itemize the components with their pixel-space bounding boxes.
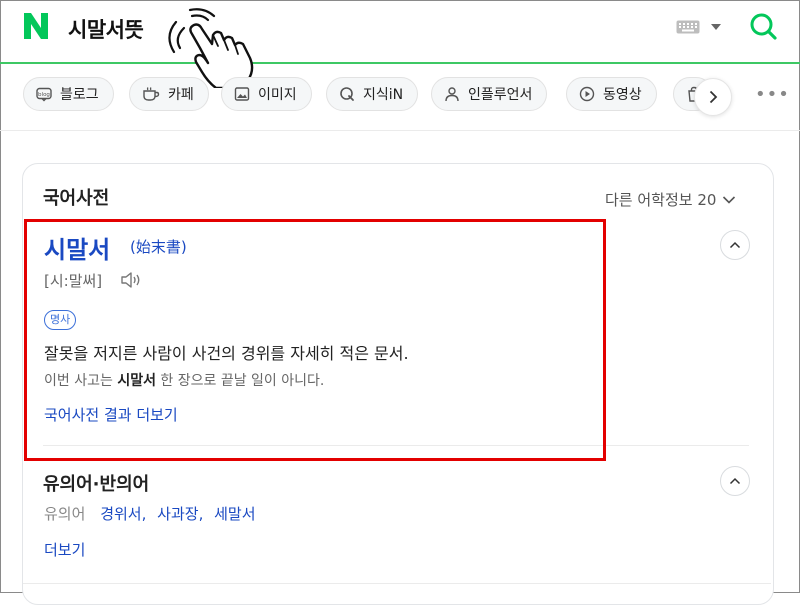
tab-label: 동영상 xyxy=(603,87,642,103)
image-icon xyxy=(234,87,250,101)
synonyms-more-link[interactable]: 더보기 xyxy=(44,539,85,560)
search-icon[interactable] xyxy=(748,11,778,41)
synonym-link[interactable]: 사과장 xyxy=(157,505,198,523)
more-dictionary-info-button[interactable]: 다른 어학정보 20 xyxy=(605,189,736,210)
section-title-synonyms: 유의어·반의어 xyxy=(43,474,150,495)
search-tabs: blog 블로그 카페 이미지 지식iN 인플루언서 동영상 ••• xyxy=(0,64,800,131)
tab-label: 카페 xyxy=(168,87,194,103)
chevron-down-icon xyxy=(723,195,736,204)
tab-cafe[interactable]: 카페 xyxy=(129,77,209,111)
chevron-down-icon[interactable] xyxy=(711,24,721,30)
synonym-label: 유의어 xyxy=(44,505,86,523)
chevron-up-icon xyxy=(729,241,741,249)
chevron-up-icon xyxy=(729,477,741,485)
synonym-link[interactable]: 경위서 xyxy=(100,505,141,523)
tab-label: 블로그 xyxy=(60,87,99,103)
section-divider xyxy=(23,583,771,584)
collapse-synonyms-button[interactable] xyxy=(720,466,750,496)
more-dictionary-info-label: 다른 어학정보 20 xyxy=(605,191,717,209)
search-header: 시말서뜻 xyxy=(0,0,800,88)
tab-label: 지식iN xyxy=(363,87,404,103)
play-icon xyxy=(579,86,595,102)
person-icon xyxy=(445,87,459,102)
naver-n-logo[interactable] xyxy=(22,11,50,41)
cafe-icon xyxy=(143,87,160,101)
tabs-next-button[interactable] xyxy=(694,78,732,116)
search-query[interactable]: 시말서뜻 xyxy=(68,14,144,44)
svg-text:blog: blog xyxy=(38,92,50,98)
tab-label: 이미지 xyxy=(258,87,297,103)
tab-blog[interactable]: blog 블로그 xyxy=(23,77,114,111)
section-title-dictionary: 국어사전 xyxy=(43,188,110,209)
tab-label: 인플루언서 xyxy=(468,87,533,103)
tab-kin[interactable]: 지식iN xyxy=(326,77,419,111)
synonym-link[interactable]: 세말서 xyxy=(214,505,255,523)
synonym-row: 유의어 경위서, 사과장, 세말서 xyxy=(44,503,256,524)
blog-icon: blog xyxy=(36,87,52,102)
tab-image[interactable]: 이미지 xyxy=(221,77,312,111)
more-options-icon[interactable]: ••• xyxy=(755,86,790,104)
chevron-right-icon xyxy=(709,90,718,104)
keyboard-icon[interactable] xyxy=(676,20,700,34)
tab-video[interactable]: 동영상 xyxy=(566,77,657,111)
q-icon xyxy=(340,87,354,101)
tab-influencer[interactable]: 인플루언서 xyxy=(431,77,548,111)
synonym-separator: , xyxy=(141,505,147,523)
synonym-separator: , xyxy=(198,505,204,523)
collapse-dictionary-button[interactable] xyxy=(720,230,750,260)
highlight-box xyxy=(24,219,606,461)
